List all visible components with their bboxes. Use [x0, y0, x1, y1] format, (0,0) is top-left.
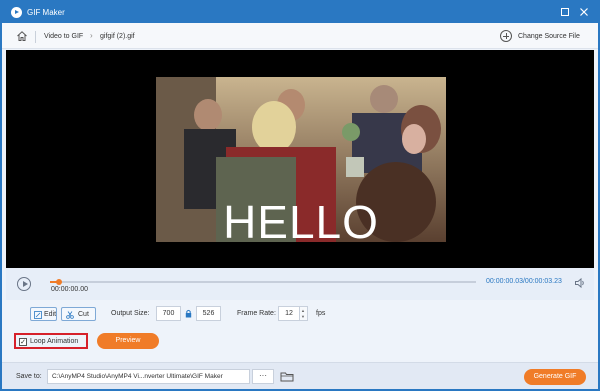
breadcrumb-divider: [35, 31, 36, 43]
output-width-input[interactable]: 700: [156, 306, 181, 321]
app-logo-icon: [11, 7, 22, 18]
timeline-handle[interactable]: [56, 279, 62, 285]
loop-animation-highlight: ✓ Loop Animation: [14, 333, 88, 349]
chevron-down-icon[interactable]: ▼: [301, 314, 305, 319]
frame-rate-unit: fps: [316, 310, 326, 317]
frame-rate-stepper[interactable]: ▲ ▼: [300, 306, 308, 321]
play-button[interactable]: [17, 277, 31, 291]
change-source-file-button[interactable]: Change Source File: [500, 30, 590, 44]
output-height-input[interactable]: 526: [196, 306, 221, 321]
cut-label: Cut: [78, 311, 89, 318]
chevron-up-icon[interactable]: ▲: [301, 308, 305, 313]
playback-bar: 00:00:00.00 00:00:00.03/00:00:03.23: [6, 268, 594, 300]
volume-icon[interactable]: [574, 277, 586, 289]
change-source-label: Change Source File: [518, 33, 580, 40]
gif-settings-panel: Edit Cut Output Size: 700 526 Frame Rate…: [6, 300, 594, 362]
preview-button[interactable]: Preview: [97, 333, 159, 349]
frame-rate-input[interactable]: 12: [278, 306, 300, 321]
generate-gif-button[interactable]: Generate GIF: [524, 369, 586, 385]
edit-button[interactable]: Edit: [30, 307, 57, 321]
video-preview-area: HELLO: [6, 50, 594, 268]
scissors-icon: [66, 311, 74, 319]
edit-label: Edit: [44, 311, 57, 318]
loop-animation-label[interactable]: Loop Animation: [30, 338, 78, 345]
add-circle-icon: [500, 30, 512, 42]
gif-caption-text: HELLO: [223, 196, 379, 242]
chevron-right-icon: ›: [90, 31, 93, 40]
save-footer: Save to: C:\AnyMP4 Studio\AnyMP4 Vi...nv…: [2, 362, 598, 389]
home-icon[interactable]: [16, 30, 28, 42]
save-to-label: Save to:: [16, 373, 42, 380]
browse-more-button[interactable]: ···: [252, 369, 274, 384]
title-bar: GIF Maker: [2, 2, 598, 23]
current-time: 00:00:00.00: [51, 286, 88, 293]
maximize-button[interactable]: [559, 6, 571, 18]
edit-icon: [34, 311, 42, 319]
lock-icon[interactable]: [185, 309, 192, 318]
maximize-icon: [561, 8, 569, 16]
timeline-slider[interactable]: [50, 279, 476, 285]
gif-maker-window: GIF Maker Video to GIF › gifgif (2).gif …: [0, 0, 600, 391]
loop-animation-checkbox[interactable]: ✓: [19, 338, 27, 346]
breadcrumb-file-name: gifgif (2).gif: [100, 33, 135, 40]
close-icon: [580, 8, 588, 16]
time-display: 00:00:00.03/00:00:03.23: [486, 278, 562, 285]
output-size-label: Output Size:: [111, 310, 150, 317]
save-path-field[interactable]: C:\AnyMP4 Studio\AnyMP4 Vi...nverter Ult…: [47, 369, 250, 384]
app-title: GIF Maker: [27, 8, 65, 17]
cut-button[interactable]: Cut: [61, 307, 96, 321]
gif-preview-frame: HELLO: [156, 77, 446, 242]
close-button[interactable]: [578, 6, 590, 18]
frame-rate-label: Frame Rate:: [237, 310, 276, 317]
breadcrumb-video-to-gif[interactable]: Video to GIF: [44, 33, 83, 40]
breadcrumb: Video to GIF › gifgif (2).gif Change Sou…: [2, 23, 598, 49]
open-folder-icon[interactable]: [279, 369, 295, 384]
